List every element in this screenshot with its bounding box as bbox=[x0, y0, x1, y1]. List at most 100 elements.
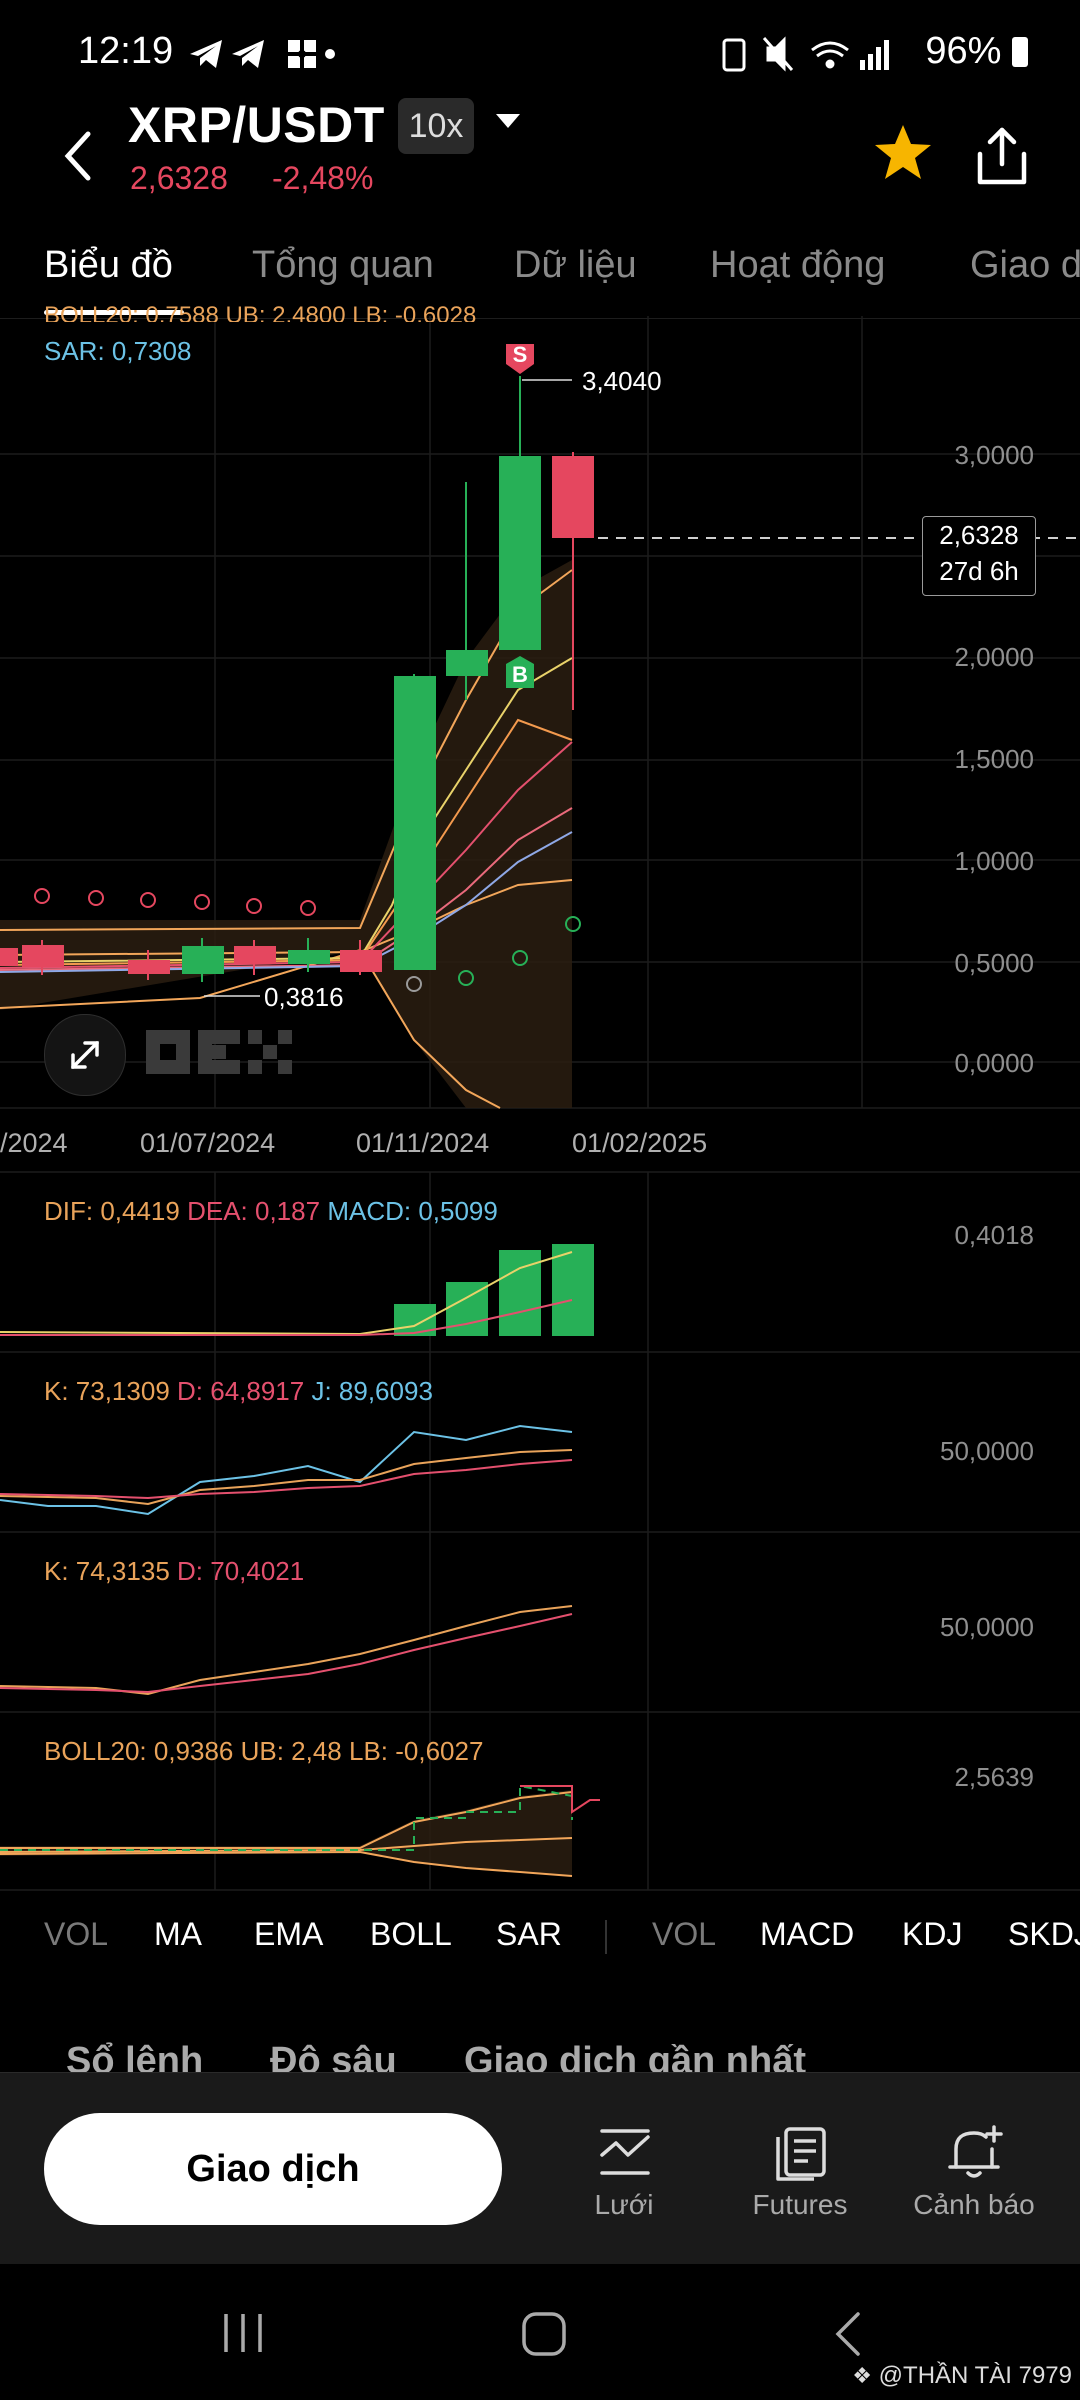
signal-icon bbox=[860, 40, 889, 70]
diamond-icon: ❖ bbox=[852, 2363, 872, 2388]
mute-icon bbox=[762, 36, 794, 72]
kdj-y-label: 50,0000 bbox=[940, 1436, 1034, 1466]
chart-canvas[interactable] bbox=[0, 316, 1080, 1904]
grid-button[interactable]: Lưới bbox=[554, 2125, 694, 2245]
sell-marker-label: S bbox=[512, 342, 528, 367]
y-axis-label: 1,0000 bbox=[954, 846, 1034, 876]
candle bbox=[128, 960, 170, 974]
kdj-j-line bbox=[0, 1424, 573, 1516]
macd-legend: DIF: 0,4419 DEA: 0,187 MACD: 0,5099 bbox=[44, 1196, 498, 1226]
back-arrow-icon[interactable] bbox=[58, 128, 102, 184]
nav-back-icon[interactable] bbox=[830, 2310, 866, 2358]
indicator-skdj[interactable]: SKDJ bbox=[1008, 1916, 1080, 1953]
creator-watermark: ❖ @THẦN TÀI 7979 bbox=[852, 2362, 1072, 2389]
skdj-y-label: 50,0000 bbox=[940, 1612, 1034, 1642]
current-price-value: 2,6328 bbox=[939, 520, 1019, 550]
share-icon[interactable] bbox=[972, 124, 1032, 188]
y-axis-label: 0,5000 bbox=[954, 948, 1034, 978]
expand-chart-button[interactable] bbox=[44, 1014, 126, 1096]
indicator-sar[interactable]: SAR bbox=[496, 1916, 562, 1953]
telegram-icon bbox=[232, 40, 264, 68]
okx-logo bbox=[146, 1030, 292, 1074]
candle bbox=[0, 948, 18, 966]
skdj-d-line bbox=[0, 1613, 573, 1694]
dot-icon bbox=[325, 49, 335, 59]
tab-chart[interactable]: Biểu đồ bbox=[44, 244, 173, 287]
indicator-macd[interactable]: MACD bbox=[760, 1916, 854, 1953]
y-axis-label: 0,0000 bbox=[954, 1048, 1034, 1078]
kdj-legend: K: 73,1309 D: 64,8917 J: 89,6093 bbox=[44, 1376, 433, 1406]
last-price: 2,6328 bbox=[130, 160, 228, 196]
recent-apps-icon[interactable] bbox=[220, 2312, 266, 2354]
skdj-legend: K: 74,3135 D: 70,4021 bbox=[44, 1556, 305, 1586]
candle bbox=[552, 456, 594, 538]
indicator-ema[interactable]: EMA bbox=[254, 1916, 323, 1953]
tab-trade[interactable]: Giao d bbox=[970, 244, 1080, 287]
y-axis-label: 3,0000 bbox=[954, 440, 1034, 470]
macd-y-label: 0,4018 bbox=[954, 1220, 1034, 1250]
grid-label: Lưới bbox=[594, 2189, 654, 2220]
candle bbox=[22, 945, 64, 967]
y-axis-label: 2,0000 bbox=[954, 642, 1034, 672]
high-price-label: 3,4040 bbox=[582, 366, 662, 396]
indicator-main-vol[interactable]: VOL bbox=[44, 1916, 108, 1953]
macd-histogram bbox=[394, 1244, 594, 1336]
low-price-label: 0,3816 bbox=[264, 982, 344, 1012]
y-axis-label: 1,5000 bbox=[954, 744, 1034, 774]
futures-icon bbox=[776, 2127, 826, 2181]
trade-button[interactable]: Giao dịch bbox=[44, 2113, 502, 2225]
status-bar: 12:19 96% bbox=[0, 0, 1080, 110]
futures-button[interactable]: Futures bbox=[730, 2125, 870, 2245]
boll-sub-fill bbox=[0, 1790, 572, 1876]
indicator-ma[interactable]: MA bbox=[154, 1916, 202, 1953]
kdj-d-line bbox=[0, 1459, 573, 1500]
candle bbox=[446, 650, 488, 676]
tab-data[interactable]: Dữ liệu bbox=[514, 244, 637, 287]
pair-title[interactable]: XRP/USDT bbox=[128, 96, 385, 154]
alert-button[interactable]: Cảnh báo bbox=[904, 2125, 1044, 2245]
boll-sub-y-label: 2,5639 bbox=[954, 1762, 1034, 1792]
battery-percent: 96% bbox=[925, 30, 1028, 73]
leverage-badge[interactable]: 10x bbox=[398, 98, 474, 154]
candle bbox=[340, 950, 382, 972]
telegram-icon bbox=[190, 40, 222, 68]
indicator-boll[interactable]: BOLL bbox=[370, 1916, 452, 1953]
home-icon[interactable] bbox=[520, 2310, 568, 2358]
wifi-icon bbox=[811, 41, 849, 69]
candle bbox=[234, 946, 276, 964]
x-axis-label: 01/11/2024 bbox=[356, 1128, 490, 1158]
current-price-tag[interactable]: 2,6328 27d 6h bbox=[922, 516, 1036, 596]
bottom-action-bar: Giao dịch Lưới Futures Cảnh báo bbox=[0, 2072, 1080, 2265]
boll-sub-legend: BOLL20: 0,9386 UB: 2,48 LB: -0,6027 bbox=[44, 1736, 484, 1766]
tab-overview[interactable]: Tổng quan bbox=[252, 244, 434, 287]
bell-plus-icon bbox=[948, 2125, 1003, 2178]
notification-icons bbox=[190, 40, 335, 68]
candle-countdown: 27d 6h bbox=[939, 556, 1019, 586]
grid-bot-icon bbox=[600, 2129, 650, 2175]
skdj-k-line bbox=[0, 1605, 573, 1696]
indicator-sub-vol[interactable]: VOL bbox=[652, 1916, 716, 1953]
sar-legend: SAR: 0,7308 bbox=[44, 336, 192, 366]
favorite-star-icon[interactable] bbox=[872, 122, 934, 184]
status-time: 12:19 bbox=[78, 30, 174, 72]
price-change: -2,48% bbox=[272, 160, 374, 196]
indicator-kdj[interactable]: KDJ bbox=[902, 1916, 962, 1953]
indicator-selector: VOL MA EMA BOLL SAR VOL MACD KDJ SKDJ bbox=[0, 1908, 1080, 1972]
candle bbox=[288, 950, 330, 964]
futures-label: Futures bbox=[752, 2189, 848, 2220]
tab-activity[interactable]: Hoạt động bbox=[710, 244, 885, 287]
battery-icon bbox=[1012, 37, 1028, 67]
system-icons bbox=[722, 36, 889, 72]
boll-legend: BOLL20: 0,7588 UB: 2,4800 LB: -0,6028 bbox=[44, 302, 477, 322]
chevron-down-icon[interactable] bbox=[496, 114, 520, 128]
x-axis-label: 01/07/2024 bbox=[140, 1128, 276, 1158]
candle bbox=[394, 676, 436, 970]
x-axis-label: 01/02/2025 bbox=[572, 1128, 708, 1158]
candle bbox=[182, 946, 224, 974]
indicator-divider bbox=[605, 1920, 607, 1954]
pinwheel-icon bbox=[288, 40, 316, 68]
candle bbox=[499, 456, 541, 650]
expand-icon bbox=[71, 1041, 99, 1069]
buy-marker-label: B bbox=[512, 662, 528, 687]
x-axis-label: /2024 bbox=[0, 1128, 68, 1158]
